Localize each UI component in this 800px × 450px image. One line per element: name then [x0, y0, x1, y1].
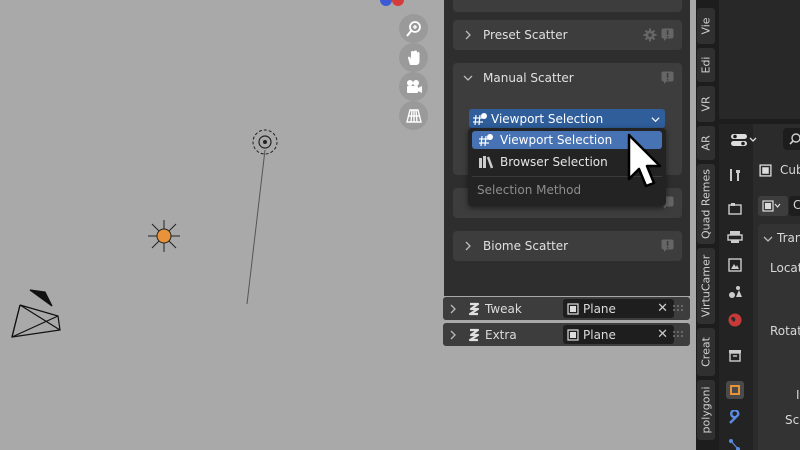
tab-edit[interactable]: Edi [697, 48, 715, 82]
panel-title: Manual Scatter [483, 71, 574, 85]
tab-label: VR [699, 96, 713, 112]
object-dropdown[interactable] [758, 196, 788, 216]
collection-icon[interactable] [726, 346, 744, 364]
search-input[interactable] [783, 128, 800, 150]
modifier-row[interactable]: Extra Plane ✕ [443, 323, 690, 346]
scatter-modifier-icon [463, 327, 485, 343]
scene-icon[interactable] [726, 283, 744, 301]
dropdown-value: Viewport Selection [491, 111, 604, 126]
zoom-icon[interactable] [399, 14, 428, 43]
close-icon[interactable]: ✕ [657, 301, 668, 316]
3d-viewport[interactable] [0, 0, 444, 450]
sidebar-tabs: Vie Edi VR AR Quad Remes VirtuCamer Crea… [696, 0, 716, 450]
preset-scatter-panel[interactable]: Preset Scatter [453, 20, 682, 50]
panel-title: Preset Scatter [483, 28, 568, 42]
object-square-icon [563, 328, 583, 341]
subpanel-partial [453, 0, 682, 12]
tab-vr[interactable]: VR [697, 86, 715, 122]
drag-handle-icon[interactable] [672, 328, 684, 342]
chevron-down-icon [651, 113, 660, 127]
camera-icon[interactable] [399, 72, 428, 101]
info-icon[interactable] [661, 239, 674, 255]
modifier-name: Tweak [485, 301, 522, 316]
tab-polygoniq[interactable]: polygoni [697, 380, 715, 440]
tab-view[interactable]: Vie [697, 8, 715, 44]
tab-label: Vie [699, 17, 713, 35]
tab-label: Edi [699, 56, 713, 74]
object-square-icon [563, 302, 583, 315]
world-icon[interactable] [726, 311, 744, 329]
menu-caption: Selection Method [477, 183, 582, 197]
chevron-down-icon[interactable] [453, 73, 483, 83]
tab-ar[interactable]: AR [697, 126, 715, 160]
modifier-name: Extra [485, 327, 517, 342]
editor-type-icon[interactable] [730, 132, 758, 151]
output-icon[interactable] [726, 228, 744, 246]
chevron-right-icon[interactable] [443, 304, 463, 314]
object-square-icon [759, 164, 772, 180]
particles-icon[interactable] [726, 436, 744, 450]
object-icon[interactable] [726, 381, 744, 399]
tab-create[interactable]: Creat [697, 328, 715, 376]
view-layer-icon[interactable] [726, 256, 744, 274]
rotation-label: Rotatio [770, 324, 800, 338]
browser-selection-icon [472, 155, 500, 169]
object-field[interactable]: Plane ✕ [563, 325, 674, 344]
tab-label: Quad Remes [699, 169, 713, 239]
viewport-selection-icon [469, 112, 491, 126]
viewport-scene [11, 0, 404, 338]
object-field-value: Plane [583, 327, 616, 342]
render-icon[interactable] [726, 200, 744, 218]
outliner-panel [719, 0, 800, 119]
scatter-modifier-icon [463, 301, 485, 317]
chevron-down-icon[interactable] [763, 233, 773, 247]
tab-label: Creat [699, 337, 713, 367]
hand-icon[interactable] [399, 43, 428, 72]
tool-icon[interactable] [726, 166, 744, 184]
drag-handle-icon[interactable] [672, 302, 684, 316]
search-icon [789, 133, 800, 145]
gizmo-axis-icon [380, 0, 392, 6]
object-field-value: Plane [583, 301, 616, 316]
mode-label: I [796, 388, 800, 402]
grid-icon[interactable] [399, 101, 428, 130]
gizmo-axis-icon [392, 0, 404, 6]
chevron-right-icon[interactable] [443, 330, 463, 340]
info-icon[interactable] [661, 71, 674, 87]
object-field[interactable]: Plane ✕ [563, 299, 674, 318]
object-square-icon [762, 200, 781, 212]
gear-icon[interactable] [643, 28, 657, 45]
modifier-row[interactable]: Tweak Plane ✕ [443, 297, 690, 320]
tab-label: VirtuCamer [699, 254, 713, 318]
viewport-selection-icon [472, 133, 500, 147]
tab-label: polygoni [699, 386, 713, 434]
object-name-field[interactable]: C [789, 196, 800, 216]
scale-label: Sc [785, 413, 800, 427]
chevron-right-icon[interactable] [453, 30, 483, 40]
point-light-icon [148, 220, 180, 252]
biome-scatter-panel[interactable]: Biome Scatter [453, 231, 682, 261]
object-name: Cub [780, 163, 800, 177]
wrench-icon[interactable] [726, 409, 744, 427]
camera-object-icon [11, 289, 61, 338]
object-field-value: C [793, 198, 800, 212]
section-title: Tran [777, 231, 800, 245]
tab-quad-remesher[interactable]: Quad Remes [697, 164, 715, 244]
selection-method-dropdown[interactable]: Viewport Selection [469, 109, 665, 128]
chevron-right-icon[interactable] [453, 241, 483, 251]
mouse-cursor-icon [627, 133, 662, 188]
menu-item-label: Browser Selection [500, 155, 608, 169]
info-icon[interactable] [661, 28, 674, 45]
panel-title: Biome Scatter [483, 239, 569, 253]
tab-virtucamera[interactable]: VirtuCamer [697, 248, 715, 324]
light-direction-line [246, 149, 266, 305]
location-label: Locati [770, 261, 800, 275]
tab-label: AR [699, 135, 713, 151]
menu-item-label: Viewport Selection [500, 133, 613, 147]
close-icon[interactable]: ✕ [657, 327, 668, 342]
